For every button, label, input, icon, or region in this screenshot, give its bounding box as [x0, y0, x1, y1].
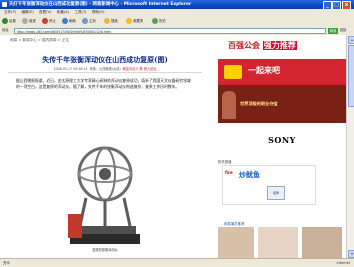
right-sidebar: 百强公会 强力推荐 一起来吧 世界顶级的职业夺宝 SONY 相关报道 fire … [218, 35, 346, 258]
menu-favorites[interactable]: 收藏(A) [57, 9, 69, 16]
favorites-button[interactable]: 收藏夹 [126, 17, 143, 25]
ad5-text: 炒鱿鱼 [239, 171, 260, 179]
star-icon [126, 18, 132, 24]
thumbnail-3[interactable] [302, 227, 342, 258]
divider [8, 72, 202, 73]
home-label: 主页 [89, 19, 96, 23]
forward-label: 前进 [29, 19, 36, 23]
article-title: 失传千年张衡浑动仪在山西成功复原(图) [42, 55, 168, 64]
forward-button[interactable]: 前进 [22, 17, 36, 25]
ad-banner-guild[interactable]: 百强公会 强力推荐 [218, 37, 346, 59]
back-arrow-icon [2, 18, 8, 24]
armillary-photo [66, 130, 144, 246]
ie-icon [2, 2, 7, 7]
search-icon [104, 18, 110, 24]
ad2-badge-icon [224, 65, 242, 79]
fire-badge: fire [225, 170, 233, 175]
sony-logo: SONY [268, 135, 296, 145]
menu-help[interactable]: 帮助(H) [92, 9, 105, 16]
article-meta: 2006-05-17 09:26:14 来源：山西晚报(太原) 网友评论 0 条… [8, 66, 202, 71]
forward-arrow-icon [22, 18, 28, 24]
browser-window: 天灯千年张衡浑动仪在山西成功复原(图) - 网易新闻中心 - Microsoft… [0, 0, 354, 267]
links-button[interactable]: 链接 [340, 26, 346, 35]
search-label: 搜索 [111, 19, 118, 23]
thumbnail-2[interactable] [258, 227, 298, 258]
address-input[interactable]: http://news.163.com/06/0517/09/2HV0HUE50… [14, 27, 326, 34]
related-section-label: 相关报道 [218, 160, 232, 164]
breadcrumb[interactable]: 网易 > 新闻中心 > 国内新闻 > 正文 [10, 38, 69, 43]
page-content: 网易 > 新闻中心 > 国内新闻 > 正文 失传千年张衡浑动仪在山西成功复原(图… [0, 35, 346, 258]
refresh-icon [62, 18, 68, 24]
title-bar: 天灯千年张衡浑动仪在山西成功复原(图) - 网易新闻中心 - Microsoft… [0, 0, 354, 10]
ad1-text: 百强公会 [228, 41, 260, 50]
ad1-highlight: 强力推荐 [262, 41, 297, 50]
article-source: 来源：山西晚报(太原) [89, 67, 121, 71]
back-button[interactable]: 后退 [2, 17, 16, 25]
window-title: 天灯千年张衡浑动仪在山西成功复原(图) - 网易新闻中心 - Microsoft… [9, 2, 192, 7]
ad-banner-jobs[interactable]: fire 炒鱿鱼 招聘 [222, 165, 316, 205]
recommend-section-label[interactable]: 网易演员推荐 [224, 221, 244, 226]
scroll-up-icon[interactable]: ▴ [348, 36, 354, 44]
thumbnail-1[interactable] [218, 227, 254, 258]
article-column: 网易 > 新闻中心 > 国内新闻 > 正文 失传千年张衡浑动仪在山西成功复原(图… [8, 35, 202, 258]
back-label: 后退 [9, 19, 16, 23]
go-button[interactable]: 转到 [328, 27, 338, 34]
menu-edit[interactable]: 编辑(E) [21, 9, 33, 16]
menu-file[interactable]: 文件(F) [4, 9, 16, 16]
history-button[interactable]: 历史 [152, 17, 166, 25]
article-date: 2006-05-17 09:26:14 [53, 67, 88, 71]
menu-view[interactable]: 查看(V) [39, 9, 51, 16]
history-label: 历史 [159, 19, 166, 23]
address-label: 地址 [2, 28, 9, 32]
history-icon [152, 18, 158, 24]
comment-link[interactable]: 网友评论 0 条 进入论坛 [123, 67, 157, 71]
ad-banner-join[interactable]: 一起来吧 [218, 59, 346, 85]
scroll-down-icon[interactable]: ▾ [348, 250, 354, 258]
ad2-text: 一起来吧 [248, 66, 280, 75]
home-button[interactable]: 主页 [82, 17, 96, 25]
ad5-sub: 招聘 [267, 186, 285, 200]
ad-banner-sony[interactable]: SONY [218, 123, 346, 157]
stop-icon [42, 18, 48, 24]
ad3-figure-icon [222, 91, 236, 119]
favorites-label: 收藏夹 [133, 19, 144, 23]
home-icon [82, 18, 88, 24]
ad-banner-game[interactable]: 世界顶级的职业夺宝 [218, 85, 346, 123]
thumbnail-strip [218, 227, 346, 258]
refresh-button[interactable]: 刷新 [62, 17, 76, 25]
article-body: 据山西晚报报道，近日，由太原理工大学专家精心研制的浑动仪复原成功，填补了我国天文… [16, 78, 191, 89]
menu-tools[interactable]: 工具(T) [74, 9, 86, 16]
ad3-text: 世界顶级的职业夺宝 [240, 101, 278, 106]
photo-caption: 复原的张衡浑动仪 [92, 248, 118, 252]
search-button[interactable]: 搜索 [104, 17, 118, 25]
vertical-scrollbar[interactable]: ▴ ▾ [346, 35, 354, 258]
scroll-thumb[interactable] [348, 45, 354, 107]
refresh-label: 刷新 [69, 19, 76, 23]
stop-label: 停止 [49, 19, 56, 23]
stop-button[interactable]: 停止 [42, 17, 56, 25]
